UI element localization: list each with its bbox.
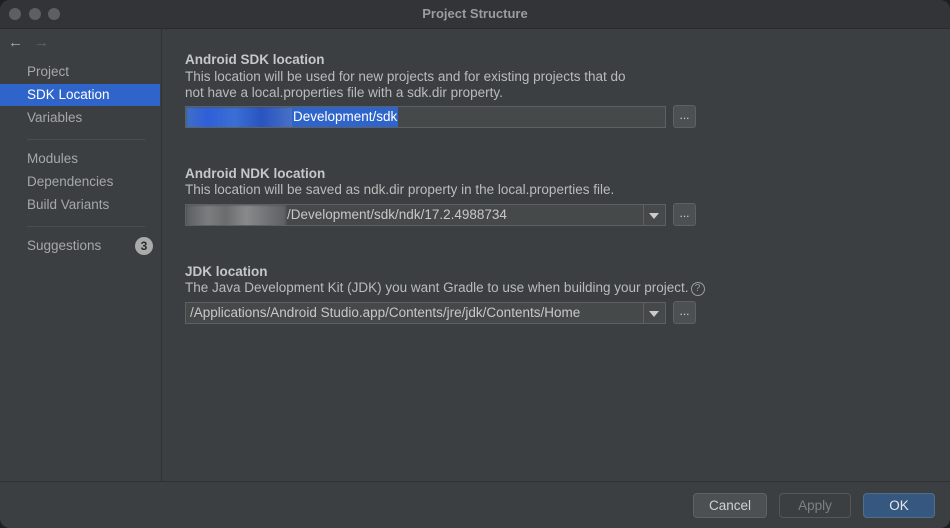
title-bar: Project Structure <box>0 0 950 29</box>
suggestions-count-badge: 3 <box>135 237 153 255</box>
sidebar: ← → Project SDK Location Variables Modul… <box>0 29 162 481</box>
jdk-section-title: JDK location <box>185 264 268 279</box>
sidebar-item-dependencies[interactable]: Dependencies <box>0 171 160 193</box>
jdk-path-value: /Applications/Android Studio.app/Content… <box>190 305 581 320</box>
dialog-footer: Cancel Apply OK <box>0 481 950 528</box>
ndk-section-title: Android NDK location <box>185 166 326 181</box>
sdk-description-line-1: This location will be used for new proje… <box>185 69 626 84</box>
window-title: Project Structure <box>422 6 528 21</box>
sidebar-item-build-variants[interactable]: Build Variants <box>0 194 160 216</box>
back-arrow-icon[interactable]: ← <box>8 34 23 51</box>
chevron-down-icon[interactable] <box>643 205 665 225</box>
jdk-description-text: The Java Development Kit (JDK) you want … <box>185 280 689 295</box>
project-structure-window: Project Structure ← → Project SDK Locati… <box>0 0 950 528</box>
ok-button[interactable]: OK <box>863 493 935 518</box>
sidebar-item-modules[interactable]: Modules <box>0 148 160 170</box>
sdk-description-line-2: not have a local.properties file with a … <box>185 85 503 100</box>
sidebar-item-project[interactable]: Project <box>0 61 160 83</box>
sdk-section-title: Android SDK location <box>185 52 325 67</box>
sdk-path-input[interactable]: Development/sdk <box>185 106 666 128</box>
sidebar-item-sdk-location[interactable]: SDK Location <box>0 84 160 106</box>
sdk-path-value: Development/sdk <box>292 107 399 127</box>
jdk-description: The Java Development Kit (JDK) you want … <box>185 280 705 296</box>
sidebar-divider <box>27 226 145 227</box>
redacted-path-segment <box>186 107 294 127</box>
ndk-path-value: /Development/sdk/ndk/17.2.4988734 <box>287 207 507 222</box>
help-icon[interactable]: ? <box>690 282 705 296</box>
ndk-path-combobox[interactable]: /Development/sdk/ndk/17.2.4988734 <box>185 204 666 226</box>
jdk-path-combobox[interactable]: /Applications/Android Studio.app/Content… <box>185 302 666 324</box>
redacted-path-segment <box>186 205 286 225</box>
ndk-description: This location will be saved as ndk.dir p… <box>185 182 615 197</box>
cancel-button[interactable]: Cancel <box>693 493 767 518</box>
forward-arrow-icon[interactable]: → <box>34 34 49 51</box>
apply-button[interactable]: Apply <box>779 493 851 518</box>
sidebar-divider <box>27 139 145 140</box>
sidebar-item-variables[interactable]: Variables <box>0 107 160 129</box>
jdk-browse-button[interactable]: ... <box>673 301 696 324</box>
chevron-down-icon[interactable] <box>643 303 665 323</box>
ndk-browse-button[interactable]: ... <box>673 203 696 226</box>
sdk-browse-button[interactable]: ... <box>673 105 696 128</box>
